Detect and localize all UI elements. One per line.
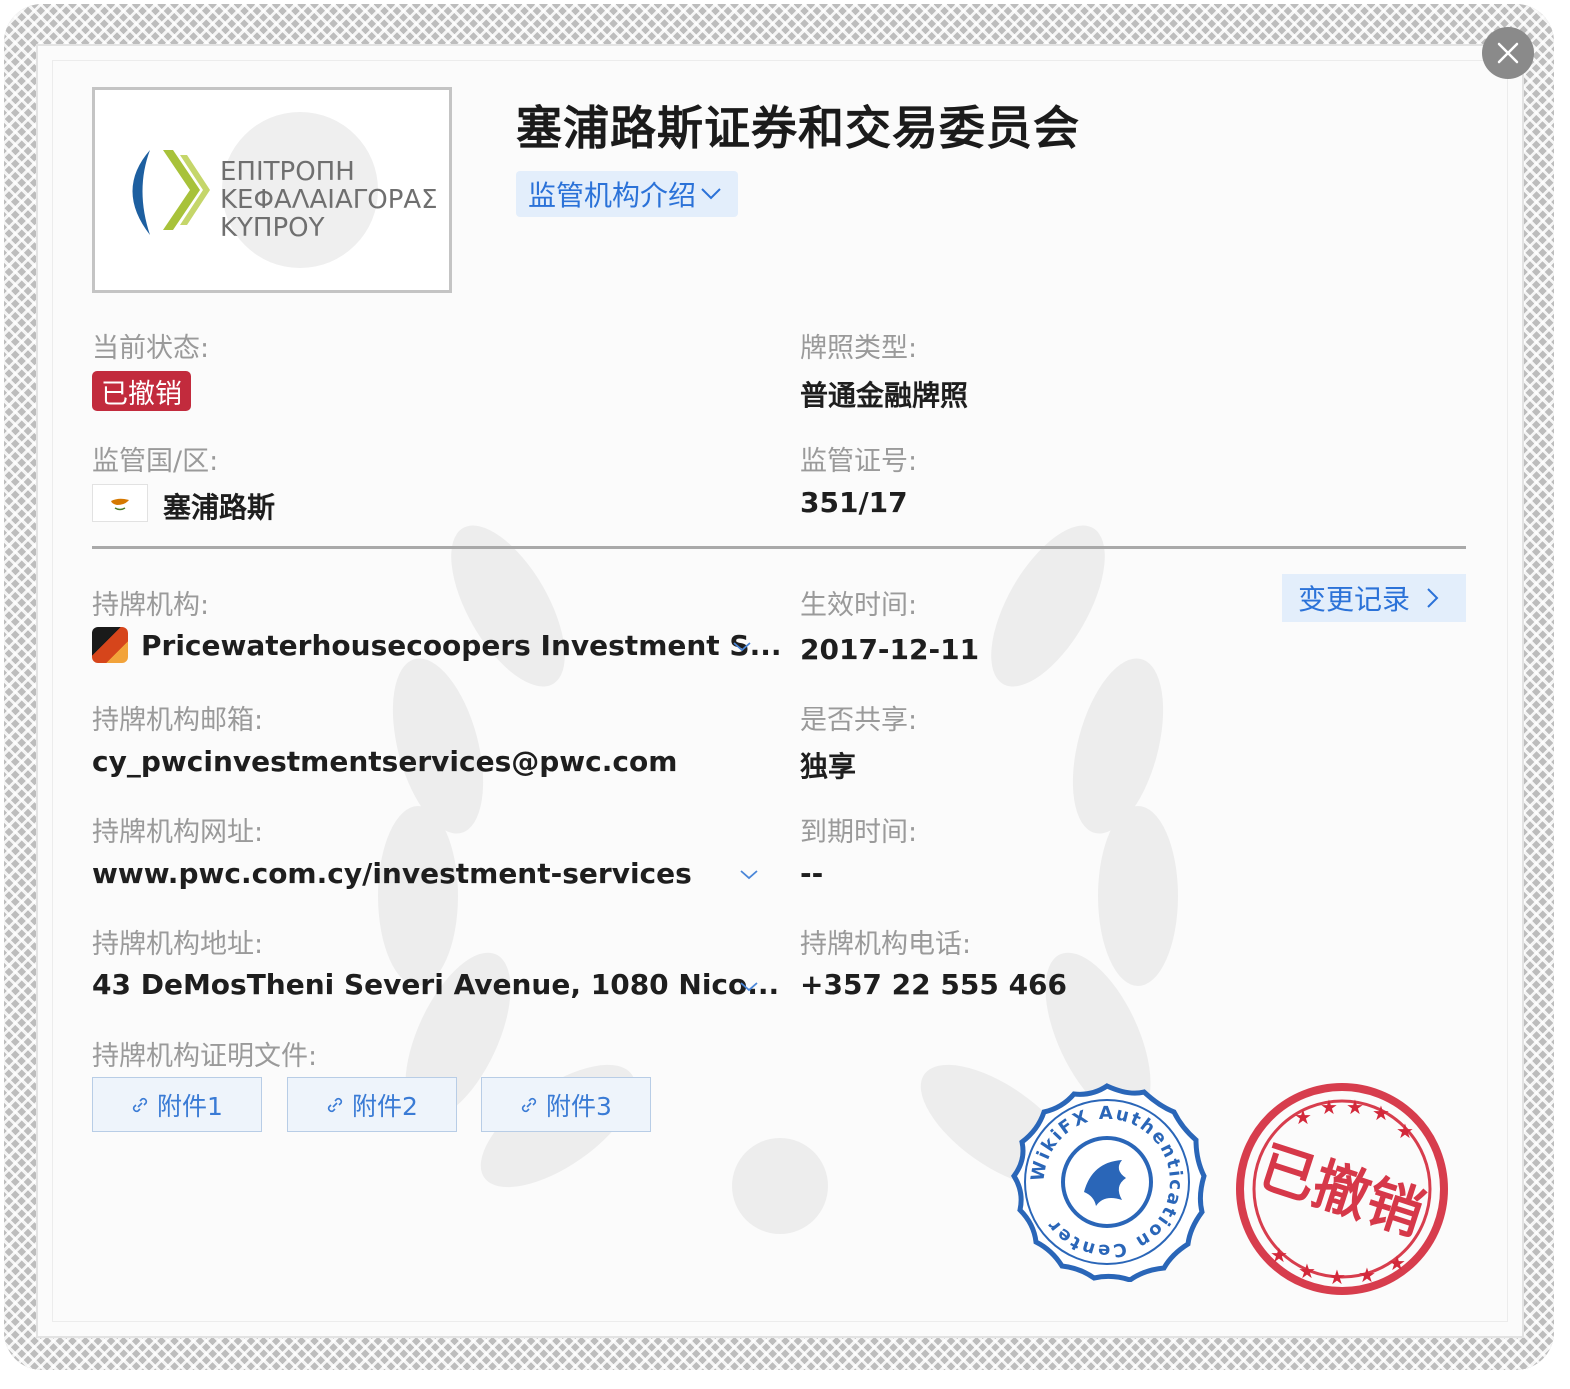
effective-value: 2017-12-11 [800, 633, 980, 666]
region-value: 塞浦路斯 [163, 491, 276, 524]
chevron-right-icon [1427, 588, 1439, 608]
shared-label: 是否共享: [800, 705, 918, 736]
license-type-label: 牌照类型: [800, 333, 918, 364]
cyprus-flag-icon [92, 484, 148, 522]
regulator-intro-button[interactable]: 监管机构介绍 [516, 171, 738, 217]
holder-value[interactable]: Pricewaterhousecoopers Investment S... [141, 629, 782, 662]
svg-text:★: ★ [1396, 1119, 1414, 1143]
logo-line-3: ΚΥΠΡΟΥ [220, 213, 325, 243]
svg-text:★: ★ [1358, 1263, 1376, 1287]
website-label: 持牌机构网址: [92, 817, 264, 848]
email-value: cy_pwcinvestmentservices@pwc.com [92, 745, 678, 778]
email-label: 持牌机构邮箱: [92, 705, 264, 736]
svg-text:★: ★ [1320, 1095, 1338, 1119]
expiry-label: 到期时间: [800, 817, 918, 848]
chevron-down-icon [701, 188, 721, 200]
address-value[interactable]: 43 DeMosTheni Severi Avenue, 1080 Nico..… [92, 968, 779, 1001]
attachment-1-button[interactable]: 附件1 [92, 1077, 262, 1132]
svg-text:★: ★ [1298, 1259, 1316, 1283]
close-icon [1497, 42, 1519, 64]
phone-value: +357 22 555 466 [800, 968, 1068, 1001]
attachment-3-button[interactable]: 附件3 [481, 1077, 651, 1132]
attachment-3-label: 附件3 [546, 1091, 612, 1121]
stamp-text: 已撤销 [1251, 1135, 1431, 1249]
svg-text:★: ★ [1388, 1251, 1406, 1275]
logo-line-2: ΚΕΦΑΛΑΙΑΓΟΡΑΣ [220, 185, 438, 215]
license-no-label: 监管证号: [800, 446, 918, 477]
revoked-stamp: ★ ★ ★ ★★ ★★ ★ ★ ★ 已撤销 [1236, 1083, 1448, 1295]
region-label: 监管国/区: [92, 446, 219, 477]
attachment-2-label: 附件2 [352, 1091, 418, 1121]
svg-text:★: ★ [1328, 1265, 1346, 1289]
docs-label: 持牌机构证明文件: [92, 1041, 318, 1072]
license-no-value: 351/17 [800, 486, 908, 519]
address-label: 持牌机构地址: [92, 929, 264, 960]
link-icon [327, 1097, 343, 1112]
link-icon [521, 1097, 537, 1112]
effective-label: 生效时间: [800, 590, 918, 621]
intro-button-label: 监管机构介绍 [528, 179, 697, 212]
phone-label: 持牌机构电话: [800, 929, 972, 960]
link-icon [132, 1097, 148, 1112]
svg-text:★: ★ [1270, 1243, 1288, 1267]
license-type-value: 普通金融牌照 [800, 379, 969, 412]
chevron-down-icon[interactable] [739, 869, 759, 881]
status-label: 当前状态: [92, 333, 210, 364]
close-button[interactable] [1482, 27, 1534, 79]
section-divider [92, 546, 1466, 549]
website-value[interactable]: www.pwc.com.cy/investment-services [92, 857, 692, 890]
svg-text:★: ★ [1294, 1105, 1312, 1129]
attachment-1-label: 附件1 [157, 1091, 223, 1121]
svg-text:★: ★ [1372, 1101, 1390, 1125]
change-history-button[interactable]: 变更记录 [1282, 574, 1466, 622]
wikifx-authentication-seal: WikiFX Authentication Center [1010, 1083, 1207, 1282]
attachment-2-button[interactable]: 附件2 [287, 1077, 457, 1132]
chevron-down-icon[interactable] [732, 641, 752, 653]
chevron-down-icon[interactable] [739, 981, 759, 993]
page-title: 塞浦路斯证券和交易委员会 [516, 101, 1080, 155]
svg-text:★: ★ [1346, 1095, 1364, 1119]
logo-line-1: ΕΠΙΤΡΟΠΗ [220, 157, 355, 187]
shared-value: 独享 [800, 750, 857, 783]
regulator-logo: ΕΠΙΤΡΟΠΗ ΚΕΦΑΛΑΙΑΓΟΡΑΣ ΚΥΠΡΟΥ [92, 87, 452, 293]
company-logo-icon [92, 627, 128, 663]
status-badge: 已撤销 [92, 371, 191, 411]
cysec-logo-icon: ΕΠΙΤΡΟΠΗ ΚΕΦΑΛΑΙΑΓΟΡΑΣ ΚΥΠΡΟΥ [132, 112, 438, 268]
holder-label: 持牌机构: [92, 590, 210, 621]
expiry-value: -- [800, 857, 824, 890]
history-button-label: 变更记录 [1298, 583, 1411, 616]
